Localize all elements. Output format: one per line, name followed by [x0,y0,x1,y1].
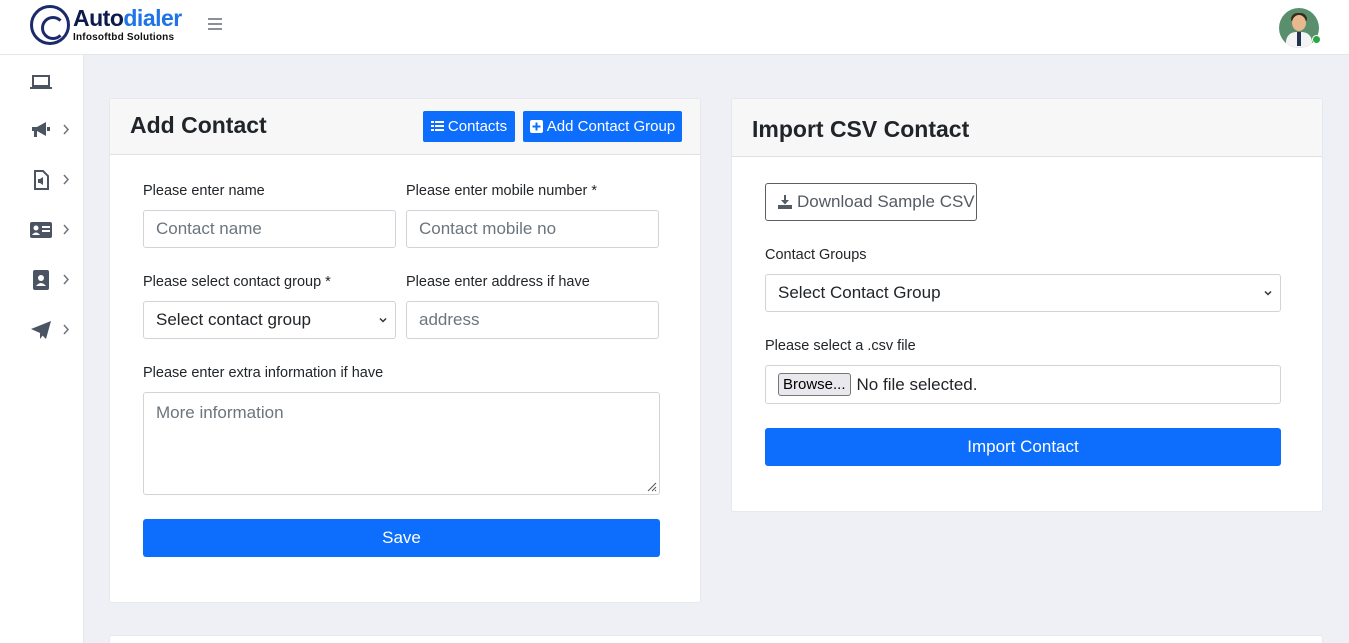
add-contact-group-button-label: Add Contact Group [546,118,676,135]
contact-groups-label: Contact Groups [765,247,867,263]
csv-contact-group-select[interactable]: Select Contact Group [765,274,1281,312]
contacts-button-label: Contacts [447,118,508,135]
headset-logo-icon [30,5,70,45]
csv-file-label: Please select a .csv file [765,338,916,354]
chevron-right-icon [63,324,70,335]
contact-mobile-input[interactable]: Contact mobile no [406,210,659,248]
add-contact-group-button[interactable]: Add Contact Group [523,111,682,142]
laptop-icon [30,75,52,89]
chevron-right-icon [63,274,70,285]
sidebar-item-dashboard[interactable] [30,71,74,93]
file-status-text: No file selected. [856,374,978,394]
import-csv-header: Import CSV Contact [732,99,1322,157]
contacts-button[interactable]: Contacts [423,111,515,142]
download-icon [778,195,792,209]
menu-toggle-icon[interactable] [208,18,222,30]
plus-square-icon [529,120,543,133]
address-book-icon [33,270,49,290]
brand-name: Autodialer [73,7,182,30]
group-label: Please select contact group * [143,274,331,290]
add-contact-title: Add Contact [130,112,267,138]
chevron-down-icon [1264,290,1272,296]
paper-plane-icon [31,321,51,339]
contact-group-select-value: Select contact group [156,310,311,329]
download-sample-csv-label: Download Sample CSV [797,192,975,211]
add-contact-header: Add Contact Contacts Add Contact Group [110,99,700,155]
import-csv-card: Import CSV Contact Download Sample CSV C… [731,98,1323,512]
chevron-right-icon [63,174,70,185]
contact-group-select[interactable]: Select contact group [143,301,396,339]
audio-file-icon [34,170,49,190]
megaphone-icon [32,122,50,137]
brand-name-suffix: dialer [123,5,182,31]
extra-info-label: Please enter extra information if have [143,365,384,381]
contact-name-input[interactable]: Contact name [143,210,396,248]
address-label: Please enter address if have [406,274,590,290]
brand-logo[interactable]: Autodialer Infosoftbd Solutions [30,4,182,46]
address-input[interactable]: address [406,301,659,339]
csv-contact-group-value: Select Contact Group [778,283,941,302]
sidebar-item-contacts[interactable] [30,219,74,241]
save-button[interactable]: Save [143,519,660,557]
id-card-icon [30,222,52,238]
sidebar-item-send[interactable] [30,319,74,341]
sidebar-item-address-book[interactable] [30,269,74,291]
import-csv-title: Import CSV Contact [752,116,970,142]
extra-info-placeholder: More information [156,403,284,422]
chevron-down-icon [379,317,387,323]
top-navbar: Autodialer Infosoftbd Solutions [0,0,1349,55]
chevron-right-icon [63,124,70,135]
brand-tagline: Infosoftbd Solutions [73,32,175,43]
sidebar-item-audio[interactable] [30,169,74,191]
browse-button[interactable]: Browse... [778,373,851,396]
csv-file-input[interactable]: Browse... No file selected. [765,365,1281,404]
sidebar [0,55,84,643]
online-status-indicator [1312,35,1321,44]
resize-handle-icon[interactable] [645,480,657,492]
name-label: Please enter name [143,183,265,199]
sidebar-item-campaigns[interactable] [30,119,74,141]
download-sample-csv-button[interactable]: Download Sample CSV [765,183,977,221]
import-contact-button[interactable]: Import Contact [765,428,1281,466]
brand-text: Autodialer Infosoftbd Solutions [73,7,182,43]
mobile-label: Please enter mobile number * [406,183,598,199]
list-icon [430,121,444,131]
chevron-right-icon [63,224,70,235]
add-contact-card: Add Contact Contacts Add Contact Group P… [109,98,701,603]
brand-name-prefix: Auto [73,5,124,31]
extra-info-textarea[interactable]: More information [143,392,660,495]
lower-card [109,635,1323,643]
